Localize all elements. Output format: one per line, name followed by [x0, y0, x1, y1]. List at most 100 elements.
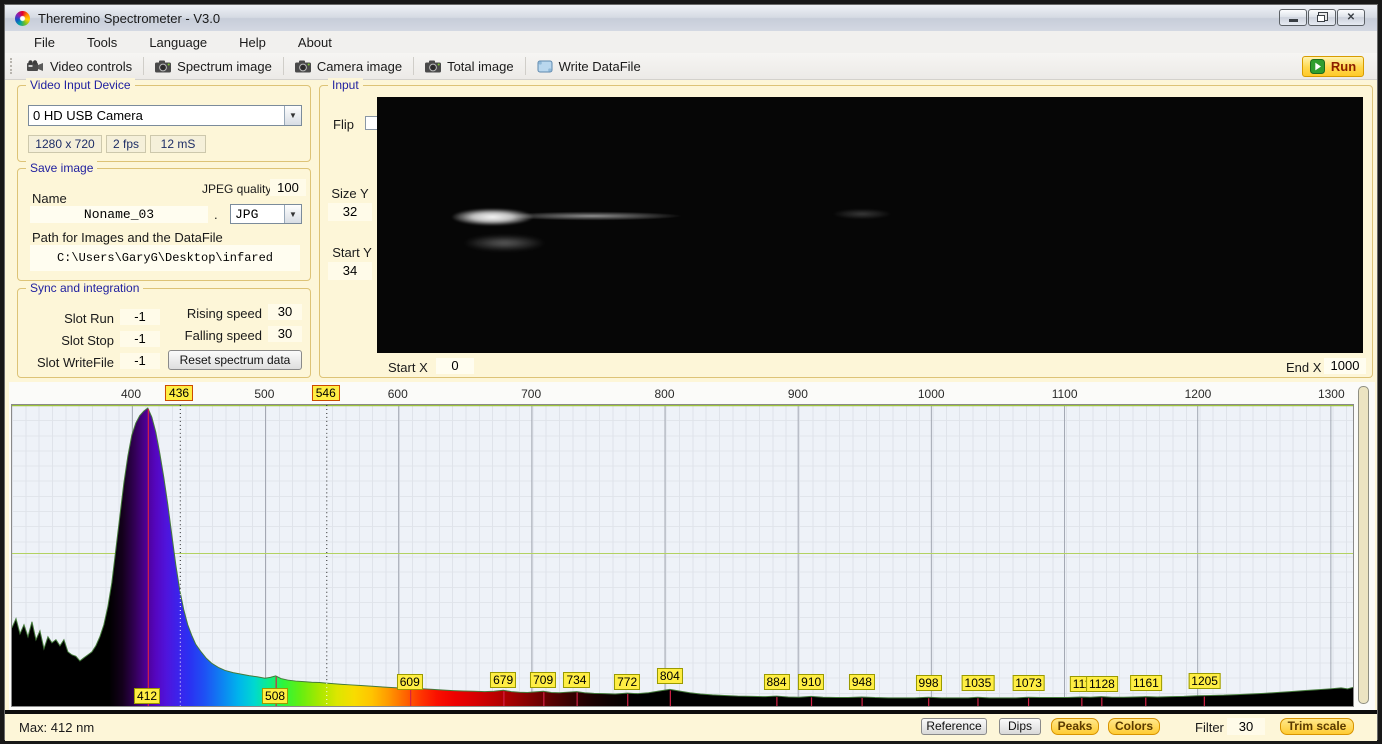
camera-icon — [425, 60, 441, 73]
peak-label: 772 — [614, 674, 640, 690]
peak-label: 679 — [490, 672, 516, 688]
toolbar-item-label: Spectrum image — [177, 59, 272, 74]
run-button-label: Run — [1331, 59, 1356, 74]
peak-label: 1073 — [1012, 675, 1045, 691]
toolbar: Video controls Spectrum image Camera ima… — [5, 53, 1377, 80]
camera-image-button[interactable]: Camera image — [287, 56, 410, 77]
toolbar-item-label: Write DataFile — [559, 59, 641, 74]
menu-file[interactable]: File — [25, 33, 64, 52]
peak-label: 998 — [916, 675, 942, 691]
app-icon — [15, 11, 30, 26]
spectrum-area — [12, 408, 1353, 706]
colors-button[interactable]: Colors — [1108, 718, 1160, 735]
size-y-field[interactable]: 32 — [328, 203, 372, 221]
image-name-field[interactable]: Noname_03 — [30, 206, 208, 223]
chart-vertical-slider[interactable] — [1358, 386, 1369, 704]
slot-stop-field[interactable]: -1 — [120, 331, 160, 347]
peak-label: 804 — [657, 668, 683, 684]
input-panel: Input Flip Size Y 32 Start Y 34 Start X … — [319, 85, 1373, 378]
toolbar-item-label: Video controls — [50, 59, 132, 74]
app-window: Theremino Spectrometer - V3.0 ✕ File Too… — [4, 4, 1378, 740]
toolbar-separator — [143, 57, 144, 75]
spectrum-image-button[interactable]: Spectrum image — [147, 56, 280, 77]
size-y-label: Size Y — [328, 186, 372, 201]
x-axis-tick-label: 1200 — [1185, 387, 1212, 401]
video-camera-icon — [27, 60, 44, 73]
reference-button[interactable]: Reference — [921, 718, 987, 735]
end-x-field[interactable]: 1000 — [1324, 358, 1366, 374]
camera-preview[interactable] — [377, 97, 1363, 353]
restore-button[interactable] — [1308, 9, 1336, 26]
toolbar-separator — [525, 57, 526, 75]
minimize-icon — [1289, 19, 1298, 22]
peaks-button[interactable]: Peaks — [1051, 718, 1099, 735]
spectrum-streak-secondary — [447, 232, 562, 254]
slot-writefile-label: Slot WriteFile — [18, 355, 114, 370]
run-button[interactable]: Run — [1302, 56, 1364, 77]
x-axis-tick-label: 1100 — [1052, 387, 1078, 401]
sync-panel-title: Sync and integration — [26, 281, 143, 295]
chevron-down-icon: ▼ — [284, 205, 301, 223]
menu-about[interactable]: About — [289, 33, 341, 52]
menu-tools[interactable]: Tools — [78, 33, 126, 52]
slot-stop-label: Slot Stop — [18, 333, 114, 348]
toolbar-separator — [413, 57, 414, 75]
input-panel-title: Input — [328, 78, 363, 92]
menu-language[interactable]: Language — [140, 33, 216, 52]
slot-writefile-field[interactable]: -1 — [120, 353, 160, 369]
scroll-icon — [537, 60, 553, 73]
camera-icon — [155, 60, 171, 73]
flip-label: Flip — [333, 117, 354, 132]
trim-scale-button[interactable]: Trim scale — [1280, 718, 1354, 735]
falling-speed-field[interactable]: 30 — [268, 326, 302, 342]
start-x-label: Start X — [388, 360, 428, 375]
x-axis-tick-label: 1300 — [1318, 387, 1345, 401]
minimize-button[interactable] — [1279, 9, 1307, 26]
peak-label: 508 — [262, 688, 288, 704]
filter-field[interactable]: 30 — [1227, 718, 1265, 735]
camera-icon — [295, 60, 311, 73]
reference-wavelength-label: 436 — [165, 385, 193, 401]
x-axis-tick-label: 600 — [388, 387, 408, 401]
chevron-down-icon: ▼ — [284, 106, 301, 125]
rising-speed-field[interactable]: 30 — [268, 304, 302, 320]
rising-speed-label: Rising speed — [168, 306, 262, 321]
peak-label: 884 — [764, 674, 790, 690]
toolbar-separator — [283, 57, 284, 75]
peak-label: 412 — [134, 688, 160, 704]
reset-spectrum-button[interactable]: Reset spectrum data — [168, 350, 302, 370]
video-device-select[interactable]: 0 HD USB Camera ▼ — [28, 105, 302, 126]
save-image-panel: Save image JPEG quality 100 Name Noname_… — [17, 168, 311, 281]
path-field[interactable]: C:\Users\GaryG\Desktop\infared — [30, 245, 300, 271]
window-title: Theremino Spectrometer - V3.0 — [38, 11, 220, 26]
jpeg-quality-field[interactable]: 100 — [270, 179, 306, 196]
sync-panel: Sync and integration Slot Run -1 Slot St… — [17, 288, 311, 378]
peak-label: 910 — [798, 674, 824, 690]
menu-help[interactable]: Help — [230, 33, 275, 52]
spectrum-plot[interactable] — [11, 404, 1354, 707]
x-axis-tick-label: 900 — [788, 387, 808, 401]
total-image-button[interactable]: Total image — [417, 56, 521, 77]
peak-label: 948 — [849, 674, 875, 690]
name-label: Name — [32, 191, 67, 206]
toolbar-grip[interactable] — [10, 58, 13, 74]
video-controls-button[interactable]: Video controls — [19, 56, 140, 77]
peak-label: 1205 — [1188, 673, 1221, 689]
exposure-button[interactable]: 12 mS — [150, 135, 206, 153]
slot-run-field[interactable]: -1 — [120, 309, 160, 325]
spectrum-streak-faint — [822, 207, 902, 221]
dips-button[interactable]: Dips — [999, 718, 1041, 735]
start-y-field[interactable]: 34 — [328, 262, 372, 280]
start-x-field[interactable]: 0 — [436, 358, 474, 374]
format-select[interactable]: JPG ▼ — [230, 204, 302, 224]
title-bar[interactable]: Theremino Spectrometer - V3.0 ✕ — [5, 5, 1377, 31]
toolbar-item-label: Camera image — [317, 59, 402, 74]
status-bar: Max: 412 nm Reference Dips Peaks Colors … — [5, 714, 1377, 741]
fps-button[interactable]: 2 fps — [106, 135, 146, 153]
resolution-button[interactable]: 1280 x 720 — [28, 135, 102, 153]
video-input-panel-title: Video Input Device — [26, 78, 135, 92]
video-device-value: 0 HD USB Camera — [29, 108, 284, 123]
write-datafile-button[interactable]: Write DataFile — [529, 56, 649, 77]
close-button[interactable]: ✕ — [1337, 9, 1365, 26]
x-axis-tick-label: 1000 — [918, 387, 945, 401]
